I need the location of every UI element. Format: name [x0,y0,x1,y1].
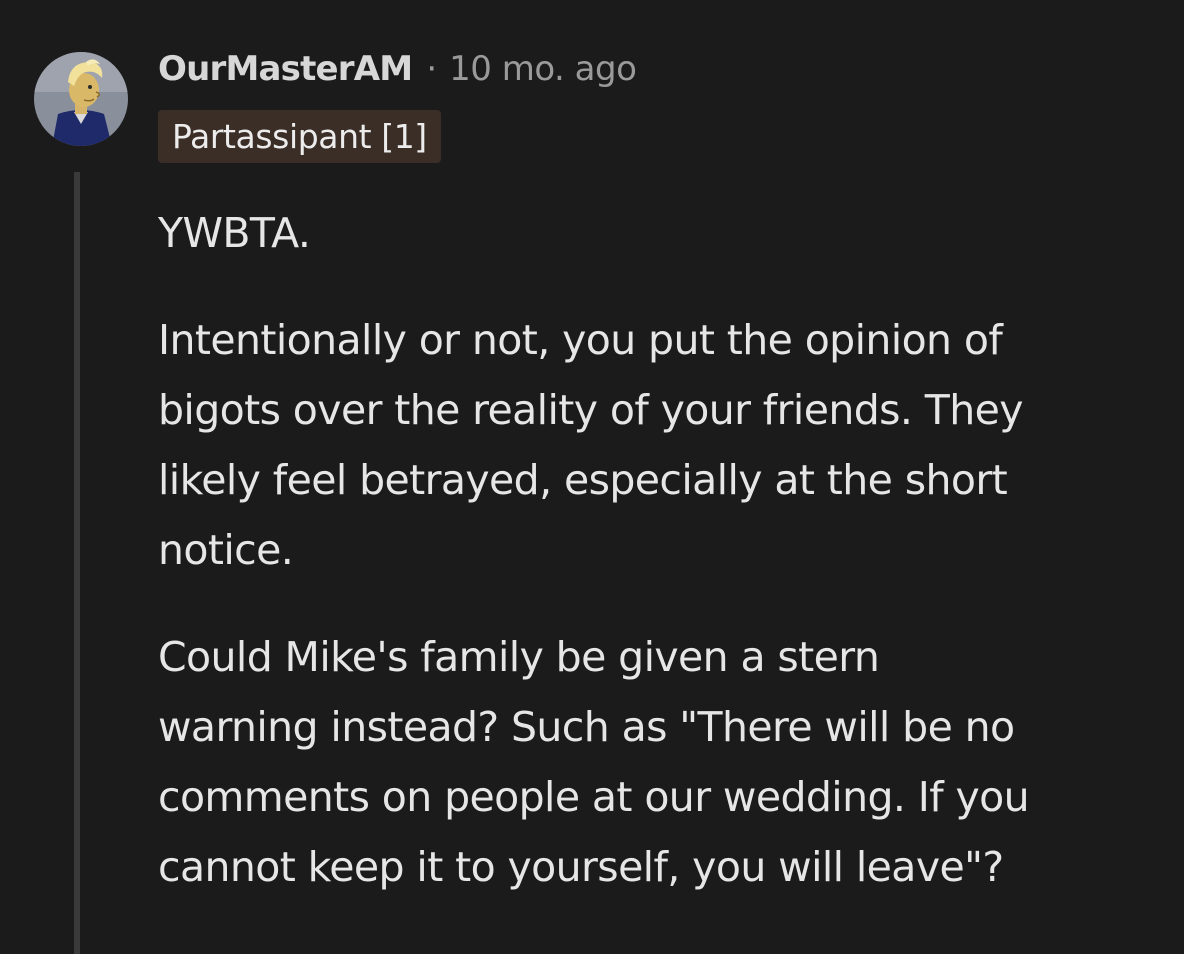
comment-header: OurMasterAM · 10 mo. ago [158,44,637,94]
comment-paragraph-2: Intentionally or not, you put the opinio… [158,316,1023,574]
comment-paragraph-3: Could Mike's family be given a stern war… [158,633,1030,891]
username-link[interactable]: OurMasterAM [158,49,413,89]
comment: OurMasterAM · 10 mo. ago Partassipant [1… [0,0,1184,954]
avatar-image [34,52,128,146]
comment-paragraph-1: YWBTA. [158,209,311,257]
user-avatar-icon[interactable] [34,52,128,146]
comment-body: YWBTA. Intentionally or not, you put the… [158,198,1158,939]
meta-separator: · [426,49,438,89]
user-flair: Partassipant [1] [158,110,441,163]
comment-timestamp[interactable]: 10 mo. ago [449,49,637,89]
thread-collapse-line[interactable] [74,172,80,954]
